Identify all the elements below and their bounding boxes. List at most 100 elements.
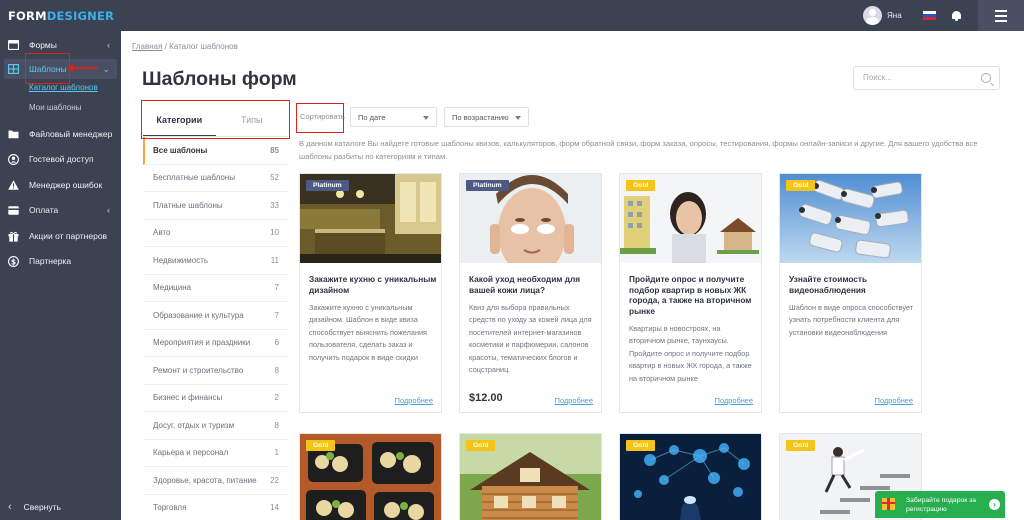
- sidebar-subitem-my-templates[interactable]: Мои шаблоны: [29, 103, 81, 112]
- chevron-left-icon: ‹: [8, 501, 12, 513]
- badge-gold: Gold: [786, 440, 816, 451]
- card-more-link[interactable]: Подробнее: [555, 396, 593, 405]
- sort-label: Сортировать: [300, 112, 345, 121]
- russian-flag-icon[interactable]: [923, 11, 936, 20]
- card-title[interactable]: Закажите кухню с уникальным дизайном: [309, 274, 437, 295]
- category-item[interactable]: Бесплатные шаблоны 52: [143, 165, 288, 192]
- tab-categories[interactable]: Категории: [143, 104, 216, 137]
- sidebar-subitem-catalog[interactable]: Каталог шаблонов: [29, 83, 98, 92]
- category-item[interactable]: Досуг, отдых и туризм 8: [143, 412, 288, 440]
- card-more-link[interactable]: Подробнее: [395, 396, 433, 405]
- category-count: 52: [270, 173, 279, 183]
- sidebar-item-templates[interactable]: Шаблоны ⌄: [4, 59, 117, 79]
- avatar[interactable]: [863, 6, 882, 25]
- sidebar-item-label: Оплата: [29, 205, 59, 215]
- hamburger-line: [995, 9, 1007, 12]
- category-item[interactable]: Карьера и персонал 1: [143, 440, 288, 467]
- card-more-link[interactable]: Подробнее: [875, 396, 913, 405]
- username[interactable]: Яна: [887, 11, 917, 20]
- category-item[interactable]: Недвижимость 11: [143, 247, 288, 275]
- hamburger-menu-button[interactable]: [978, 0, 1024, 31]
- category-count: 14: [270, 503, 279, 513]
- sidebar-item-affiliate[interactable]: $ Партнерка: [0, 251, 121, 271]
- category-item[interactable]: Торговля 14: [143, 495, 288, 520]
- category-item[interactable]: Платные шаблоны 33: [143, 192, 288, 220]
- category-count: 7: [274, 283, 279, 293]
- badge-gold: Gold: [306, 440, 336, 451]
- sort-by-select[interactable]: По дате: [350, 107, 437, 127]
- sidebar-item-guest-access[interactable]: Гостевой доступ: [0, 149, 121, 169]
- card-title[interactable]: Какой уход необходим для вашей кожи лица…: [469, 274, 597, 295]
- sidebar-item-label: Акции от партнеров: [29, 231, 108, 241]
- category-item[interactable]: Бизнес и финансы 2: [143, 385, 288, 412]
- card-title[interactable]: Узнайте стоимость видеонаблюдения: [789, 274, 917, 295]
- category-count: 6: [274, 338, 279, 348]
- category-item[interactable]: Образование и культура 7: [143, 302, 288, 330]
- arrow-right-icon[interactable]: ›: [989, 499, 1000, 510]
- sidebar-item-file-manager[interactable]: Файловый менеджер: [0, 124, 121, 144]
- breadcrumb-home-link[interactable]: Главная: [132, 42, 162, 51]
- sidebar-item-label: Гостевой доступ: [29, 154, 94, 164]
- sort-order-select[interactable]: По возрастанию: [444, 107, 529, 127]
- sidebar-item-partner-promos[interactable]: Акции от партнеров: [0, 226, 121, 246]
- logo-text-designer: DESIGNER: [46, 9, 115, 23]
- bell-icon[interactable]: [951, 10, 962, 22]
- template-card[interactable]: Gold: [459, 433, 602, 520]
- chevron-left-icon: ‹: [107, 205, 110, 215]
- folder-icon: [8, 129, 19, 140]
- category-label: Торговля: [153, 503, 187, 513]
- search-input[interactable]: [863, 73, 973, 82]
- realty-image: Gold: [620, 174, 761, 263]
- category-item[interactable]: Ремонт и строительство 8: [143, 357, 288, 385]
- sidebar-item-label: Шаблоны: [29, 64, 67, 74]
- search-box[interactable]: [853, 66, 1000, 90]
- category-count: 11: [270, 255, 279, 265]
- tab-types[interactable]: Типы: [216, 104, 289, 136]
- category-label: Медицина: [153, 283, 192, 293]
- forms-icon: [8, 40, 19, 51]
- registration-gift-widget[interactable]: Забирайте подарок за регистрацию ›: [875, 491, 1005, 518]
- template-card[interactable]: Gold: [299, 433, 442, 520]
- card-description: Закажите кухню с уникальным дизайном. Ша…: [309, 303, 427, 362]
- sidebar-item-forms[interactable]: Формы ‹: [0, 35, 121, 55]
- card-title[interactable]: Пройдите опрос и получите подбор квартир…: [629, 274, 757, 316]
- category-item[interactable]: Мероприятия и праздники 6: [143, 330, 288, 357]
- sidebar-item-label: Партнерка: [29, 256, 72, 266]
- hamburger-line: [995, 14, 1007, 17]
- category-tabs: Категории Типы: [143, 104, 289, 137]
- template-card[interactable]: Gold Узнайте стоимость видеонаблюдения Ш…: [779, 173, 922, 413]
- gift-box-icon: [882, 498, 895, 510]
- category-label: Бизнес и финансы: [153, 393, 223, 403]
- face-care-image: Platinum: [460, 174, 601, 263]
- sidebar-item-label: Формы: [29, 40, 57, 50]
- category-item[interactable]: Авто 10: [143, 220, 288, 247]
- category-item[interactable]: Все шаблоны 85: [143, 137, 288, 165]
- card-description: Шаблон в виде опроса способствует узнать…: [789, 303, 914, 337]
- card-description: Квиз для выбора правильных средств по ух…: [469, 303, 592, 375]
- template-card[interactable]: Platinum Закажите кухню с уникальным диз…: [299, 173, 442, 413]
- card-more-link[interactable]: Подробнее: [715, 396, 753, 405]
- category-label: Недвижимость: [153, 255, 209, 265]
- annotation-arrow-icon: [67, 64, 98, 72]
- app-logo[interactable]: FORMDESIGNER: [8, 9, 114, 23]
- breadcrumb-separator: /: [164, 42, 167, 51]
- badge-gold: Gold: [466, 440, 496, 451]
- category-item[interactable]: Медицина 7: [143, 275, 288, 302]
- sidebar-item-payment[interactable]: Оплата ‹: [0, 200, 121, 220]
- search-icon[interactable]: [981, 73, 991, 83]
- template-card[interactable]: Gold: [619, 433, 762, 520]
- sidebar: Формы ‹ Шаблоны ⌄ Каталог шаблонов Мои ш…: [0, 31, 121, 520]
- template-card[interactable]: Platinum Какой уход необходим для вашей …: [459, 173, 602, 413]
- category-item[interactable]: Здоровье, красота, питание 22: [143, 467, 288, 495]
- sidebar-collapse-button[interactable]: ‹ Свернуть: [8, 501, 61, 513]
- badge-platinum: Platinum: [306, 180, 349, 191]
- page-title: Шаблоны форм: [142, 68, 297, 90]
- template-card[interactable]: Gold Пройдите опрос и получите подбор кв…: [619, 173, 762, 413]
- category-count: 10: [270, 228, 279, 238]
- sidebar-item-error-manager[interactable]: Менеджер ошибок: [0, 175, 121, 195]
- category-label: Бесплатные шаблоны: [153, 173, 235, 183]
- cameras-image: Gold: [780, 174, 921, 263]
- house-image: Gold: [460, 434, 601, 520]
- collapse-label: Свернуть: [23, 502, 61, 512]
- badge-gold: Gold: [626, 440, 656, 451]
